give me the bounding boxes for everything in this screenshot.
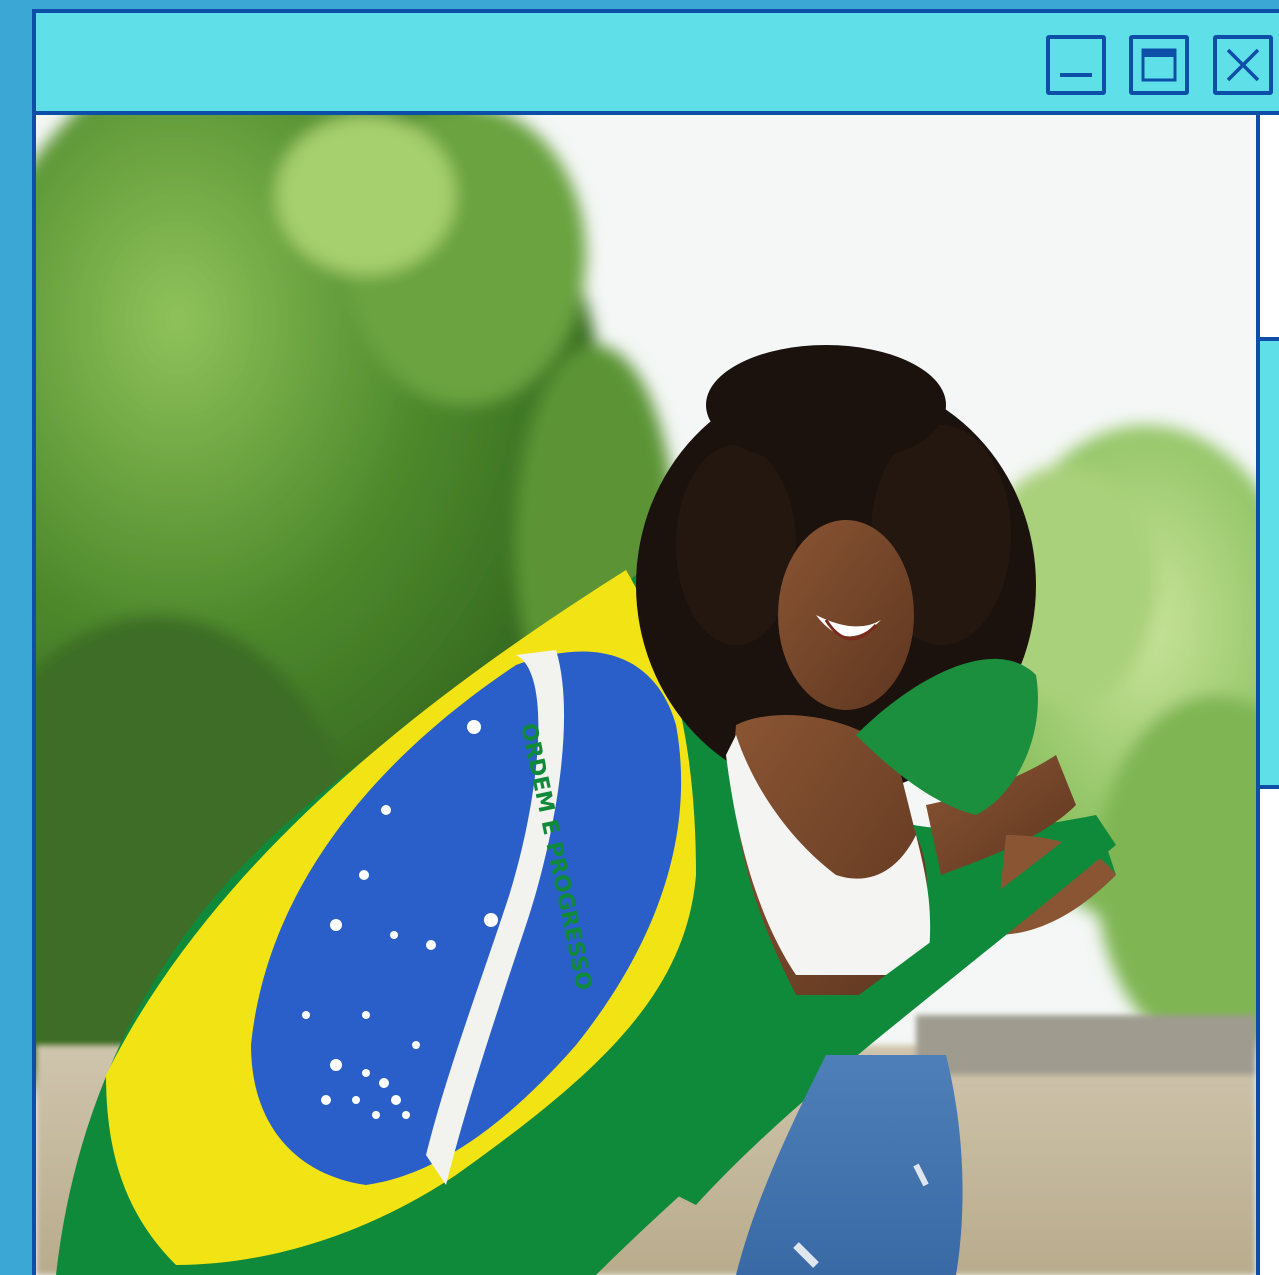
maximize-button[interactable] — [1129, 35, 1189, 95]
photo-viewport: ORDEM E PROGRESSO — [36, 115, 1256, 1275]
minimize-button[interactable] — [1046, 35, 1106, 95]
close-icon — [1226, 48, 1260, 82]
side-panel-divider — [1260, 337, 1279, 789]
window-titlebar[interactable] — [36, 13, 1279, 115]
minimize-icon — [1060, 73, 1092, 77]
app-window: ORDEM E PROGRESSO — [32, 9, 1279, 1275]
photo-woman-with-brazil-flag: ORDEM E PROGRESSO — [36, 115, 1256, 1275]
face — [778, 520, 914, 710]
side-panel — [1256, 115, 1279, 1275]
close-button[interactable] — [1213, 35, 1273, 95]
maximize-icon — [1141, 48, 1177, 82]
desktop: ORDEM E PROGRESSO — [0, 0, 1279, 1275]
